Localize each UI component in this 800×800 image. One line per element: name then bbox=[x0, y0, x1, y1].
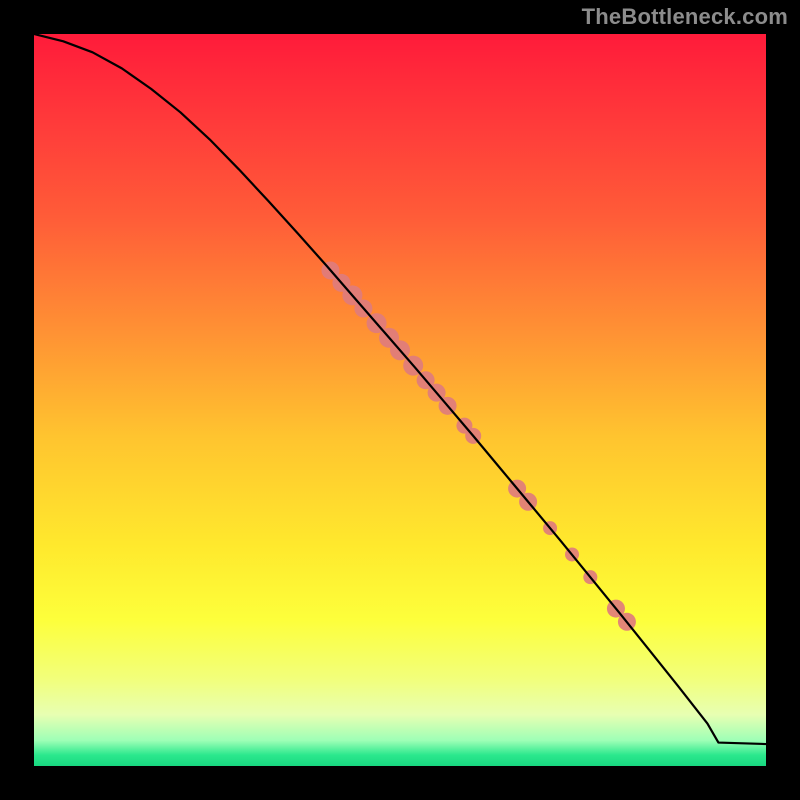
plot-background bbox=[34, 34, 766, 766]
bottleneck-chart bbox=[0, 0, 800, 800]
watermark-label: TheBottleneck.com bbox=[582, 4, 788, 30]
chart-stage: TheBottleneck.com bbox=[0, 0, 800, 800]
